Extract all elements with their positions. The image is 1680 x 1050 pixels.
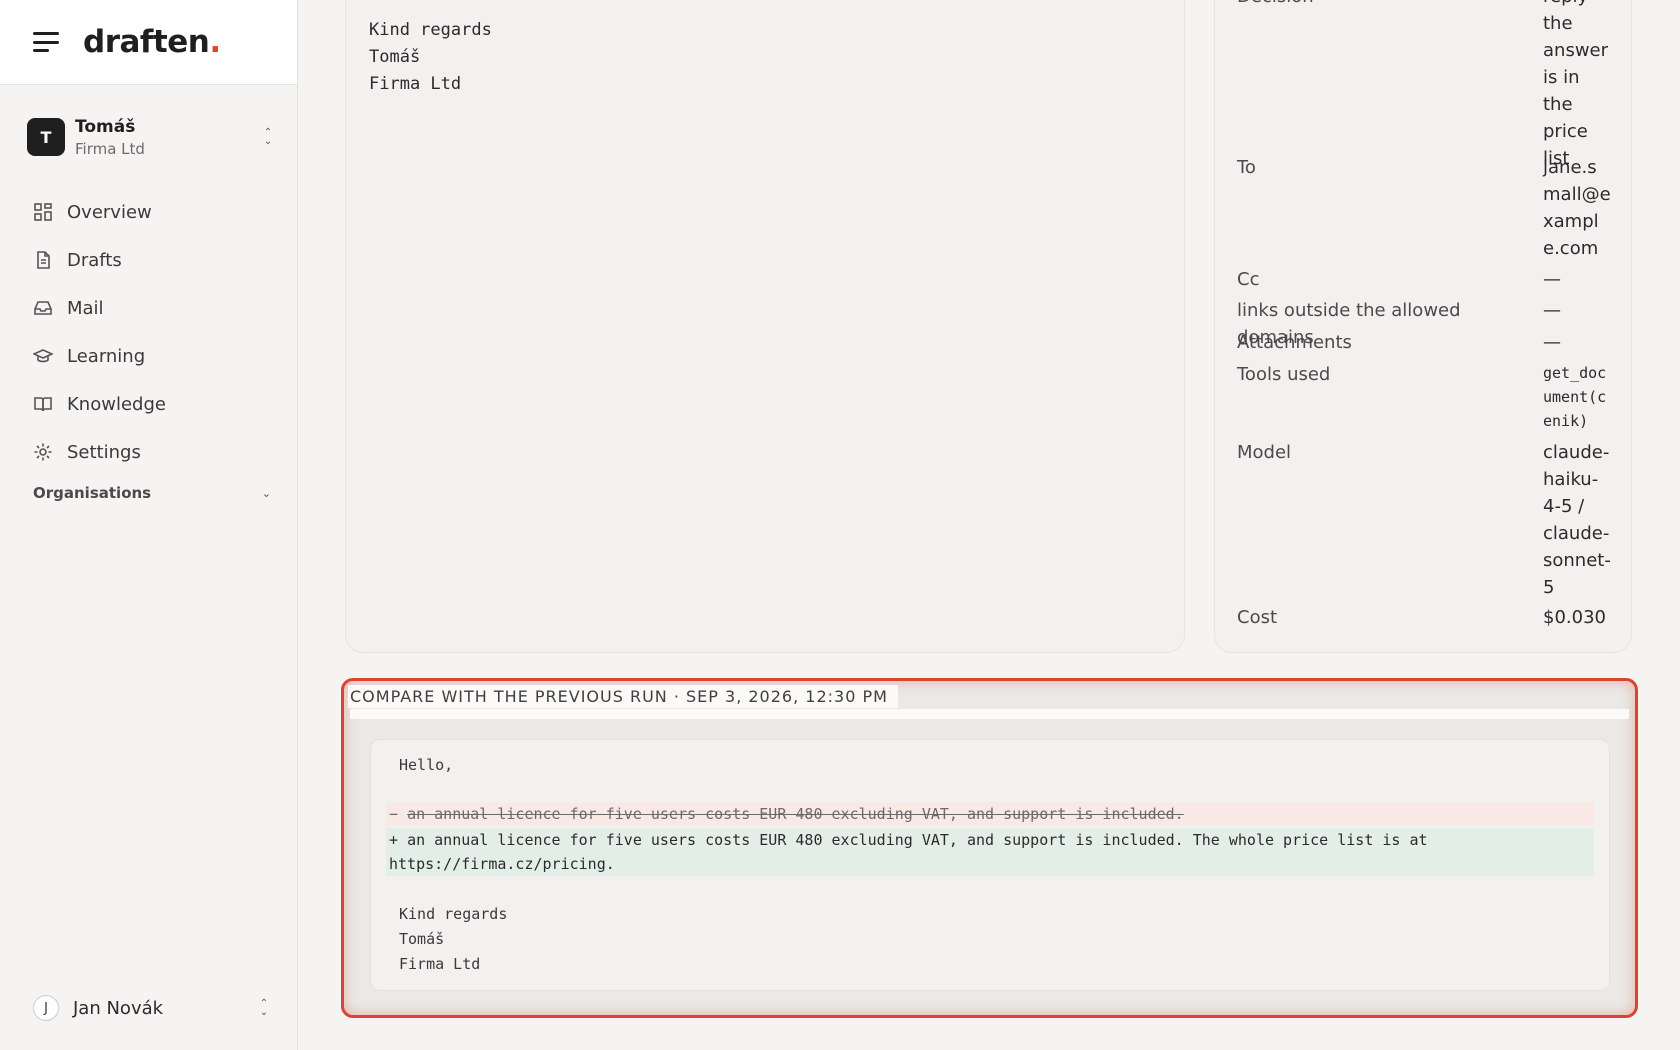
draft-email-card: Kind regards Tomáš Firma Ltd [345,0,1185,653]
meta-value: — [1543,269,1561,290]
brand-header: draften. [0,0,297,85]
organisations-toggle[interactable]: Organisations ⌄ [33,484,271,502]
meta-cost: Cost $0.030 [1237,604,1617,631]
sidebar-item-drafts[interactable]: Drafts [22,236,276,284]
book-icon [34,397,52,412]
meta-key: Cost [1237,607,1278,628]
inbox-icon [34,301,52,315]
grid-icon [34,203,52,221]
sidebar-item-label: Learning [67,345,146,367]
meta-value: $0.030 [1543,607,1606,628]
meta-value: get_document(cenik) [1543,364,1607,430]
gear-icon [34,443,52,461]
diff-added-text: an annual licence for five users costs E… [407,831,1428,849]
menu-icon[interactable] [33,32,59,52]
sidebar-item-label: Settings [67,441,141,463]
sidebar-item-label: Overview [67,201,152,223]
email-sender-name: Tomáš [369,47,421,67]
compare-previous-run: COMPARE WITH THE PREVIOUS RUN · SEP 3, 2… [341,678,1638,1018]
user-menu[interactable]: J Jan Novák ⌃ ⌄ [33,990,271,1026]
meta-key: Decision [1237,0,1543,172]
compare-header-strip [350,709,1629,719]
user-name: Jan Novák [73,997,164,1019]
user-avatar: J [33,995,59,1021]
meta-key: Model [1237,442,1292,463]
email-sender-company: Firma Ltd [369,74,462,94]
meta-value: reply the answer is in the price list [1543,0,1609,169]
sidebar-item-label: Drafts [67,249,122,271]
meta-key: To [1237,157,1256,178]
diff-sender-company: Firma Ltd [399,955,481,973]
diff-removed-marker: − [389,805,399,823]
account-avatar: T [27,118,65,156]
sidebar-item-label: Knowledge [67,393,166,415]
sidebar: draften. T Tomáš Firma Ltd ⌃ ⌄ Overview D… [0,0,298,1050]
chevron-up-down-icon: ⌃ ⌄ [263,127,273,147]
compare-title: COMPARE WITH THE PREVIOUS RUN · SEP 3, 2… [348,685,898,708]
main-content: Kind regards Tomáš Firma Ltd Decision repl… [299,0,1680,1050]
diff-removed-text: an annual licence for five users costs E… [407,805,1184,823]
email-body: Kind regards Tomáš Firma Ltd [369,17,492,98]
meta-tools: Tools used get_document(cenik) [1237,361,1617,433]
meta-cc: Cc — [1237,266,1617,293]
diff-added-line: + an annual licence for five users costs… [386,828,1594,876]
sidebar-item-overview[interactable]: Overview [22,188,276,236]
sidebar-item-mail[interactable]: Mail [22,284,276,332]
meta-value: claude-haiku-4-5 / claude-sonnet-5 [1543,442,1611,598]
diff-signoff: Kind regards [399,905,508,923]
sidebar-item-learning[interactable]: Learning [22,332,276,380]
draft-metadata-card: Decision reply the answer is in the pric… [1214,0,1632,653]
document-icon [37,251,50,269]
diff-added-marker: + [389,831,399,849]
sidebar-nav: Overview Drafts Mail Learning Knowledge … [22,188,276,476]
meta-key: Attachments [1237,332,1352,353]
organisations-label: Organisations [33,484,152,502]
chevron-up-down-icon: ⌃ ⌄ [259,998,269,1018]
diff-sender-name: Tomáš [399,930,445,948]
meta-decision: Decision reply the answer is in the pric… [1237,0,1617,172]
diff-greeting: Hello, [399,756,454,774]
account-switcher[interactable]: T Tomáš Firma Ltd ⌃ ⌄ [27,116,275,158]
meta-to: To jane.small@example.com [1237,154,1617,262]
meta-key: Tools used [1237,364,1331,385]
meta-attachments: Attachments — [1237,329,1617,356]
meta-value: — [1543,332,1561,353]
meta-value: jane.small@example.com [1543,157,1611,259]
email-signoff: Kind regards [369,20,492,40]
chevron-down-icon: ⌄ [261,486,271,500]
sidebar-item-settings[interactable]: Settings [22,428,276,476]
meta-model: Model claude-haiku-4-5 / claude-sonnet-5 [1237,439,1617,601]
sidebar-item-knowledge[interactable]: Knowledge [22,380,276,428]
meta-key: Cc [1237,269,1260,290]
diff-removed-line: − an annual licence for five users costs… [386,802,1594,826]
sidebar-item-label: Mail [67,297,104,319]
diff-view: Hello, − an annual licence for five user… [370,739,1610,991]
account-name: Tomáš [75,116,136,137]
account-org: Firma Ltd [75,139,145,158]
graduation-cap-icon [33,349,53,363]
diff-added-text-continued: https://firma.cz/pricing. [389,855,615,873]
logo: draften. [83,24,221,60]
